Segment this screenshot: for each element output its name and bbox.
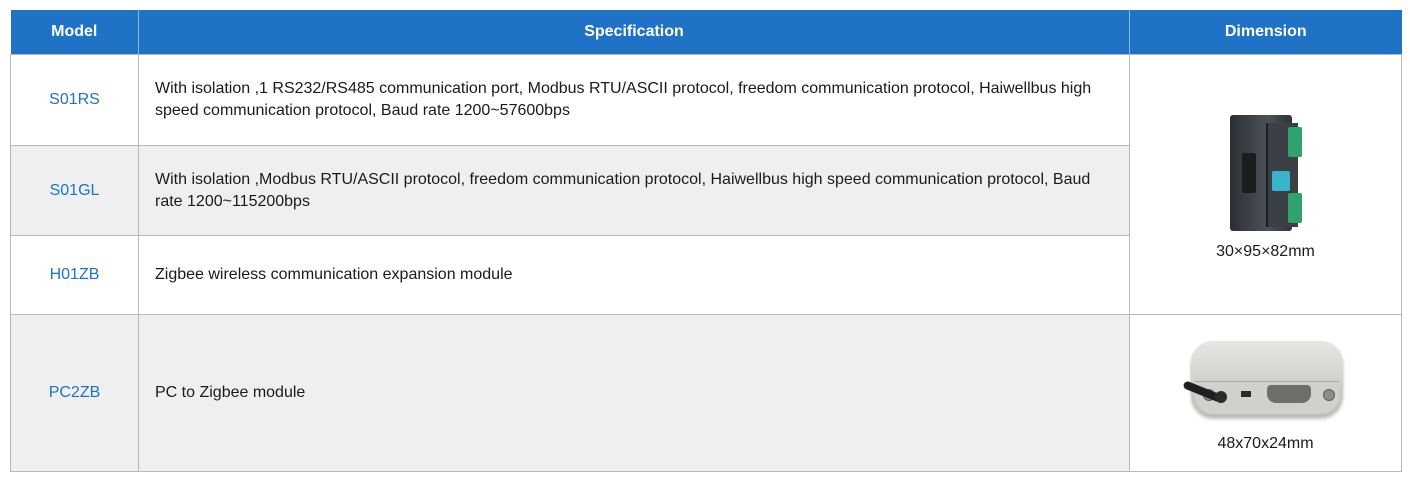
spec-cell: PC to Zigbee module: [138, 314, 1130, 472]
pc-zigbee-gateway-image: [1181, 333, 1351, 429]
model-cell: PC2ZB: [10, 314, 139, 472]
model-cell: S01GL: [10, 145, 139, 236]
header-specification: Specification: [138, 10, 1130, 55]
dimension-cell: 48x70x24mm: [1129, 314, 1402, 472]
header-model: Model: [10, 10, 139, 55]
spec-cell: With isolation ,1 RS232/RS485 communicat…: [138, 54, 1130, 146]
header-dimension: Dimension: [1129, 10, 1402, 55]
dimension-text: 48x70x24mm: [1217, 435, 1314, 452]
dimension-cell: 30×95×82mm: [1129, 54, 1402, 315]
model-cell: S01RS: [10, 54, 139, 146]
spec-table-container: Model Specification Dimension S01RS With…: [10, 10, 1402, 472]
spec-cell: Zigbee wireless communication expansion …: [138, 235, 1130, 315]
spec-cell: With isolation ,Modbus RTU/ASCII protoco…: [138, 145, 1130, 236]
din-rail-module-image: [1222, 109, 1310, 237]
spec-table: Model Specification Dimension S01RS With…: [10, 10, 1402, 472]
model-cell: H01ZB: [10, 235, 139, 315]
dimension-text: 30×95×82mm: [1216, 242, 1315, 260]
table-row: S01RS With isolation ,1 RS232/RS485 comm…: [10, 54, 1402, 315]
table-row: PC2ZB PC to Zigbee module 48x70x24mm: [10, 314, 1402, 472]
header-row: Model Specification Dimension: [10, 10, 1402, 55]
